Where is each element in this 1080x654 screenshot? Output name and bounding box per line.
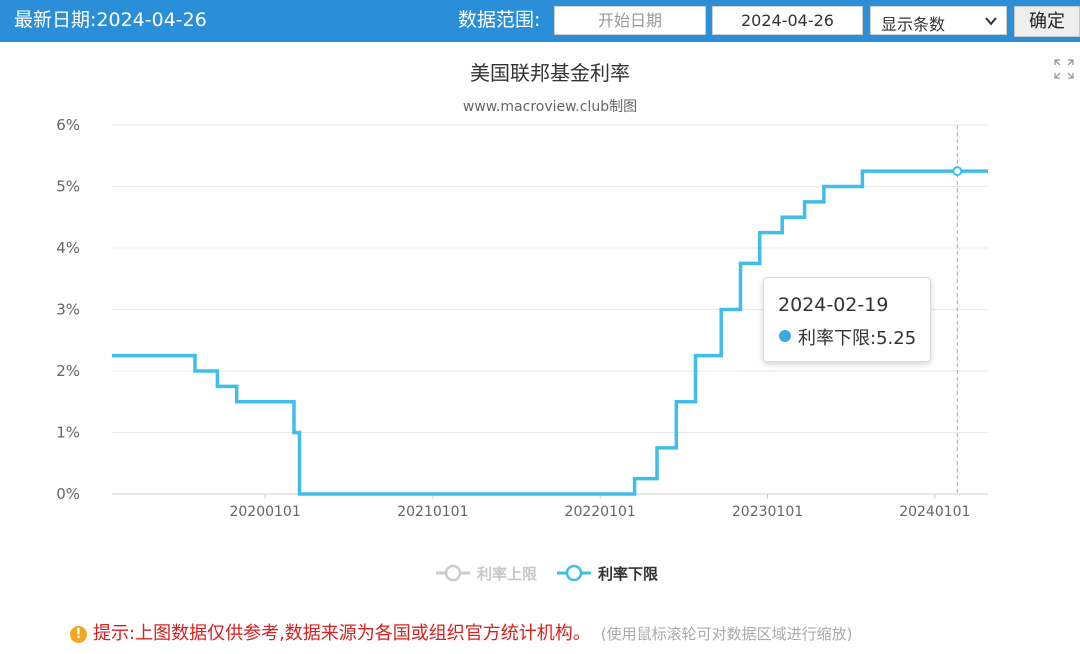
y-axis: 0% 1% 2% 3% 4% 5% 6% (56, 116, 80, 503)
y-tick-label: 4% (56, 239, 80, 257)
tooltip: 2024-02-19 利率下限:5.25 (763, 277, 931, 362)
legend-item[interactable]: 利率下限 (557, 564, 658, 583)
x-tick-label: 20200101 (229, 504, 300, 520)
y-tick-label: 2% (56, 362, 80, 380)
y-tick-label: 5% (56, 178, 80, 196)
start-date-input[interactable] (554, 6, 706, 35)
chevron-down-icon (985, 17, 997, 26)
legend-label: 利率上限 (477, 565, 537, 583)
tooltip-value-row: 利率下限:5.25 (798, 328, 917, 349)
y-tick-label: 6% (56, 116, 80, 134)
end-date-input[interactable] (712, 6, 863, 35)
y-tick-label: 1% (56, 424, 80, 442)
legend-item[interactable]: 利率上限 (436, 564, 537, 583)
highlight-point (952, 166, 963, 177)
x-tick-label: 20220101 (565, 504, 636, 520)
y-tick-label: 3% (56, 301, 80, 319)
tooltip-date: 2024-02-19 (778, 294, 889, 316)
legend[interactable]: 利率上限 利率下限 (436, 564, 658, 583)
footer-hint: (使用鼠标滚轮可对数据区域进行缩放) (600, 625, 853, 643)
data-range-label: 数据范围: (458, 9, 541, 31)
x-tick-label: 20210101 (397, 504, 468, 520)
legend-marker (565, 564, 583, 582)
footer-note-text: 提示:上图数据仅供参考,数据来源为各国或组织官方统计机构。 (93, 623, 591, 644)
legend-marker (444, 564, 462, 582)
x-tick-label: 20240101 (899, 504, 970, 520)
display-count-select[interactable]: 显示条数 (870, 6, 1007, 35)
footer-note: ! 提示:上图数据仅供参考,数据来源为各国或组织官方统计机构。 (使用鼠标滚轮可对数… (70, 619, 853, 644)
display-count-label: 显示条数 (881, 15, 946, 34)
y-tick-label: 0% (56, 485, 80, 503)
legend-label: 利率下限 (598, 565, 658, 583)
x-axis: 20200101 20210101 20220101 20230101 20240101 (229, 494, 970, 520)
tooltip-series-dot (779, 330, 791, 342)
warning-icon: ! (70, 626, 87, 643)
chart-subtitle: www.macroview.club制图 (463, 99, 637, 115)
x-tick-label: 20230101 (732, 504, 803, 520)
latest-date-text: 最新日期:2024-04-26 (14, 9, 207, 31)
confirm-button[interactable]: 确定 (1014, 6, 1080, 37)
chart-title: 美国联邦基金利率 (470, 61, 630, 85)
